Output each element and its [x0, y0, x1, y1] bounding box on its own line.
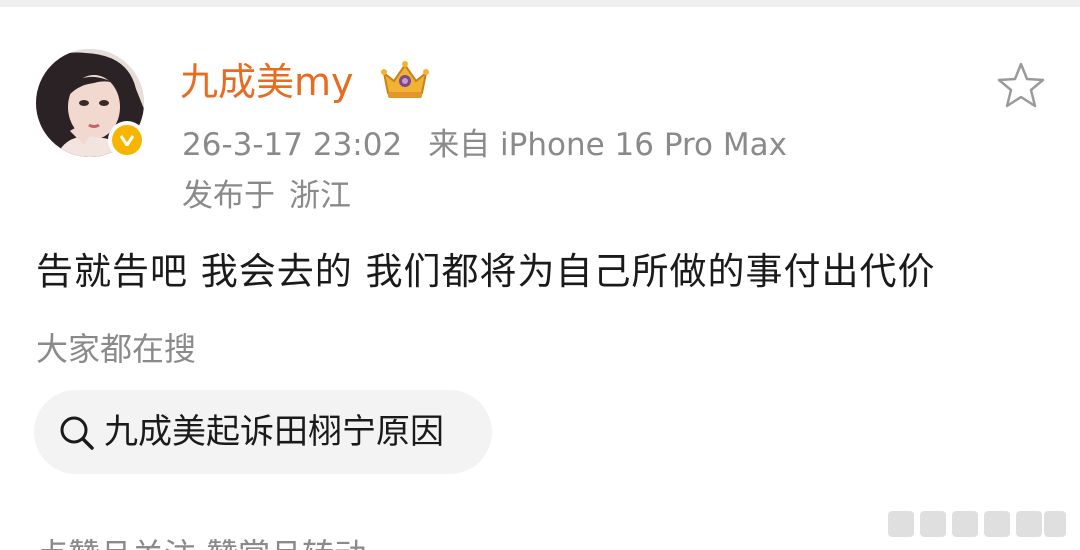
- post-source[interactable]: 来自 iPhone 16 Pro Max: [428, 127, 787, 163]
- post-content: 告就告吧 我会去的 我们都将为自己所做的事付出代价: [36, 250, 936, 293]
- verified-badge: [108, 121, 146, 159]
- trending-search-header: 大家都在搜: [36, 330, 197, 368]
- author-name[interactable]: 九成美my: [180, 57, 354, 107]
- top-divider: [0, 0, 1080, 7]
- search-suggestion-chip[interactable]: 九成美起诉田栩宁原因: [34, 390, 492, 474]
- verified-v-icon: [112, 125, 142, 155]
- location-prefix: 发布于: [182, 178, 275, 214]
- post-timestamp: 26-3-17 23:02: [182, 127, 403, 163]
- footer-text: 点赞且关注 赞赏且转动: [36, 533, 636, 550]
- star-outline-icon[interactable]: [994, 59, 1048, 113]
- weibo-post: 九成美my 26-3-17 23:02 来自 iPhone 16 Pro Max …: [0, 7, 1080, 550]
- search-icon: [60, 416, 94, 450]
- post-meta: 26-3-17 23:02 来自 iPhone 16 Pro Max: [182, 124, 787, 166]
- watermark-logo: [888, 511, 1066, 537]
- footer-partial-text: 点赞且关注 赞赏且转动: [36, 533, 636, 550]
- crown-badge-icon[interactable]: [380, 59, 430, 101]
- location-value: 浙江: [289, 178, 351, 214]
- search-suggestion-label: 九成美起诉田栩宁原因: [104, 412, 444, 452]
- post-location: 发布于 浙江: [182, 175, 351, 217]
